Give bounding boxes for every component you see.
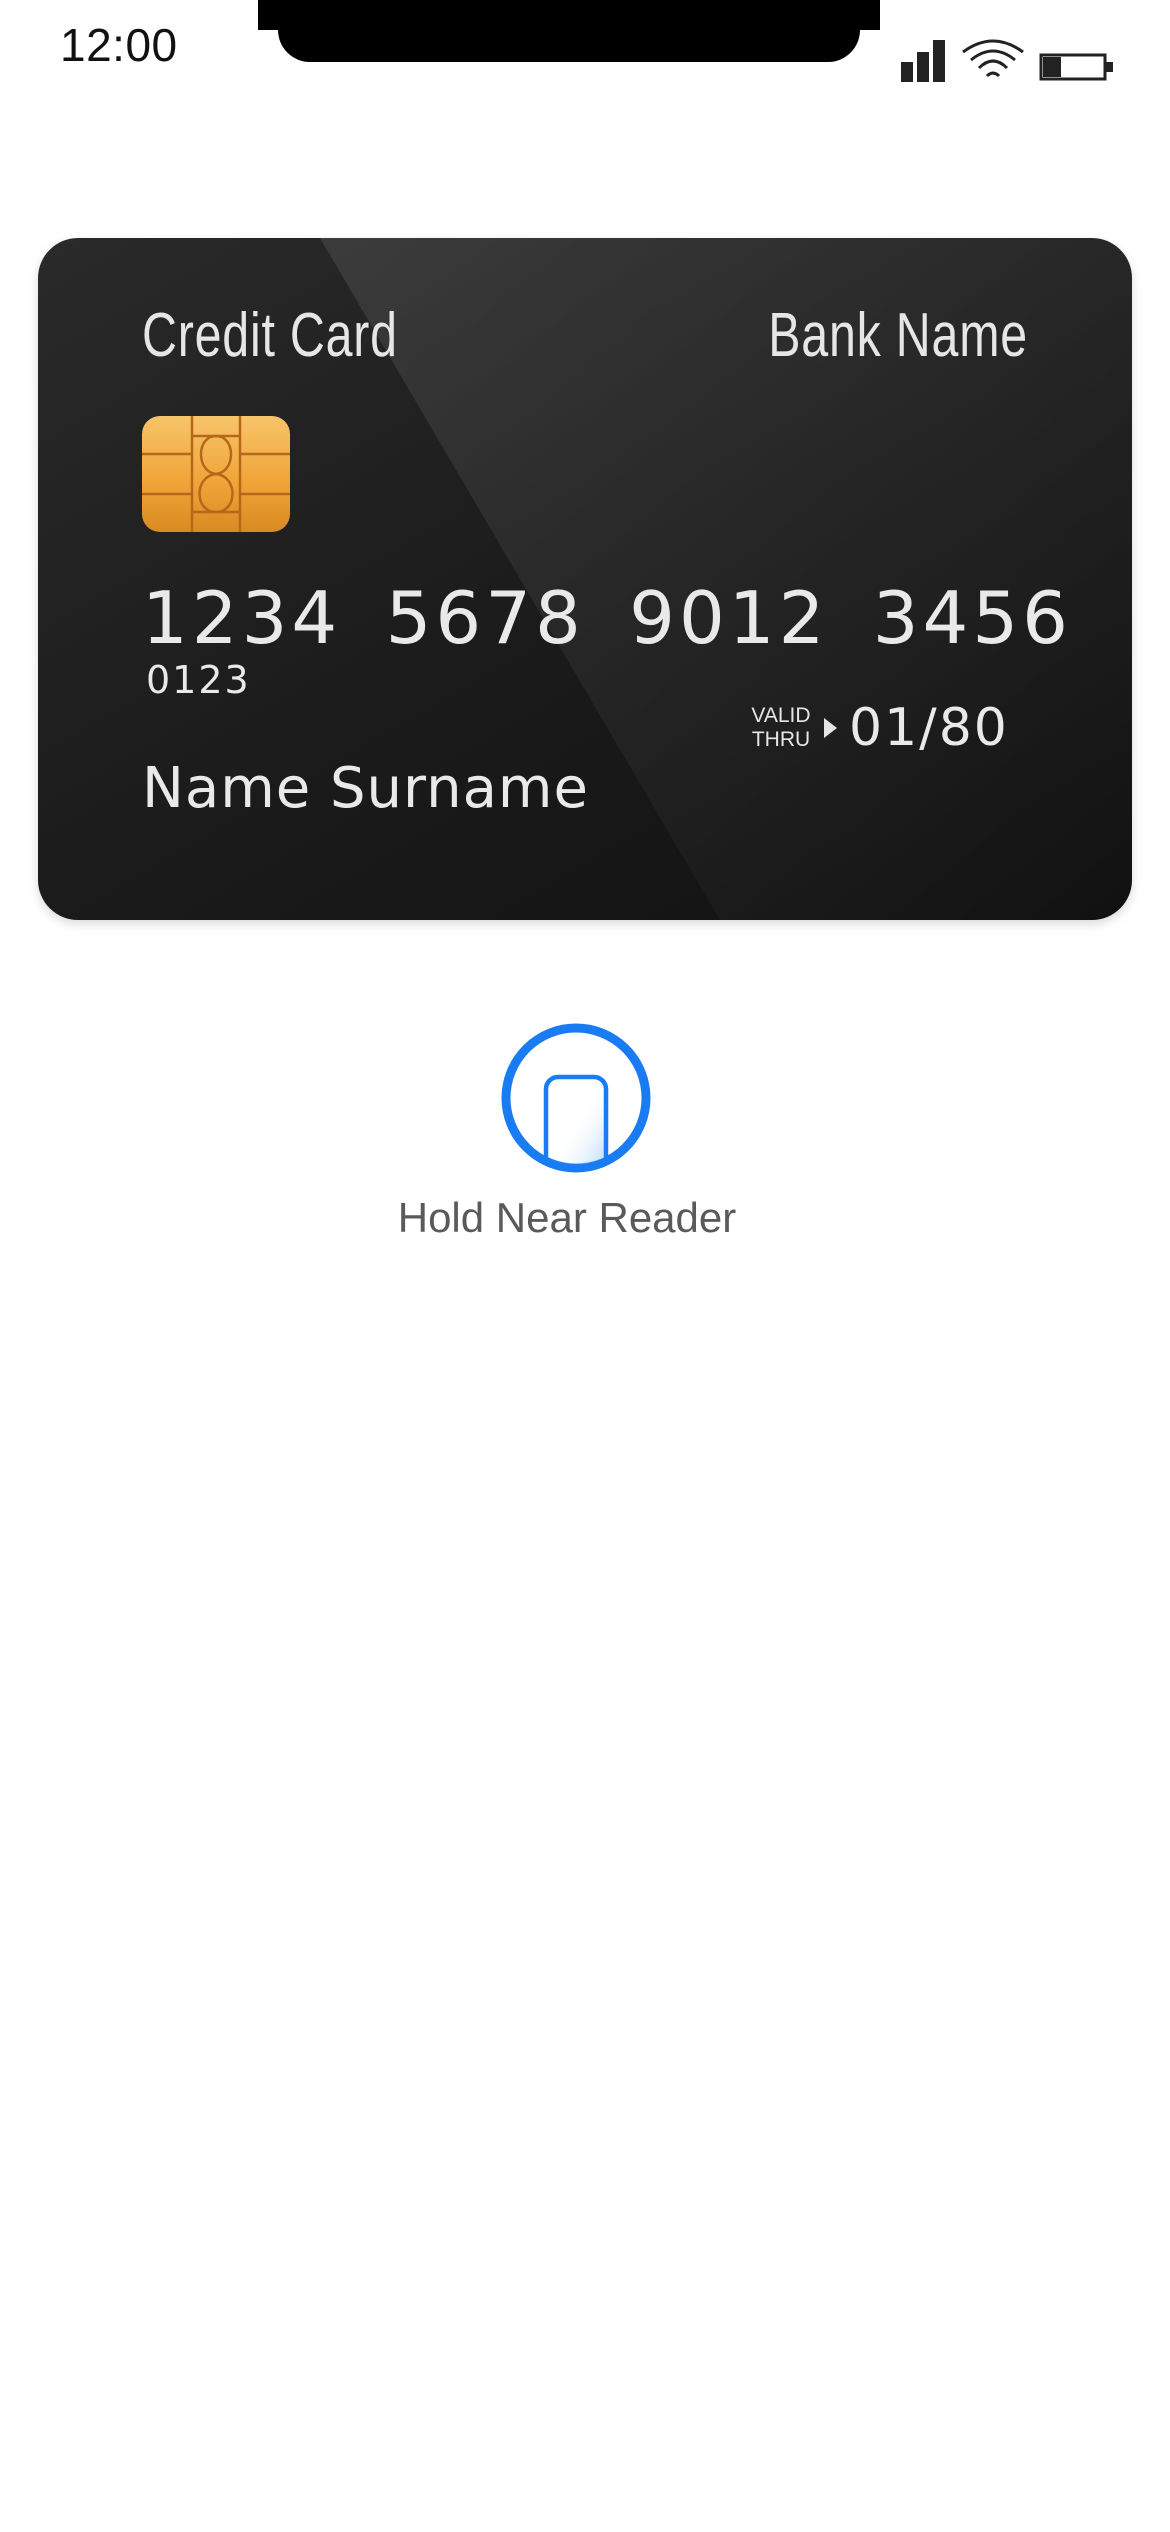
valid-date: 01/80 [849,698,1009,758]
battery-icon [1039,52,1115,82]
notch [258,0,880,62]
card-number-group: 9012 [629,576,829,660]
cellular-signal-icon [901,40,947,82]
valid-thru: VALID THRU 01/80 [748,698,1009,758]
card-sub-number: 0123 [146,658,251,702]
card-number: 1234 5678 9012 3456 [142,576,1072,660]
triangle-right-icon [824,718,837,738]
hold-near-reader-label: Hold Near Reader [397,1194,737,1241]
status-time: 12:00 [60,19,178,71]
wifi-icon [961,36,1025,82]
phone-nfc-icon [501,1023,651,1173]
card-title: Credit Card [142,301,398,370]
cardholder-name: Name Surname [142,756,589,821]
card-number-group: 5678 [385,576,585,660]
card-number-group: 3456 [872,576,1072,660]
valid-thru-label: VALID THRU [748,704,814,752]
card-number-group: 1234 [142,576,342,660]
valid-label-line2: THRU [751,728,811,751]
credit-card[interactable]: Credit Card Bank Name 1234 5678 9012 345… [38,238,1132,920]
status-icons [901,30,1115,82]
bank-name: Bank Name [768,301,1028,370]
valid-label-line1: VALID [751,704,811,727]
card-chip-icon [142,416,290,532]
